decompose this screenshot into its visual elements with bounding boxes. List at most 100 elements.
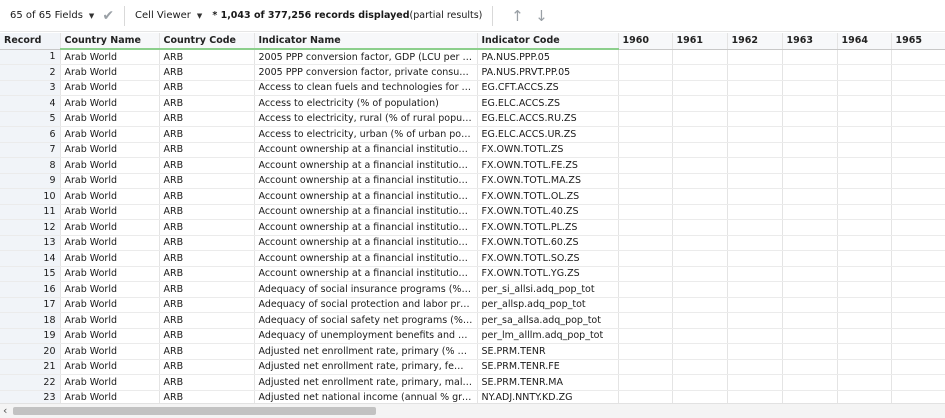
column-header-record[interactable]: Record bbox=[0, 33, 61, 50]
table-cell[interactable] bbox=[837, 328, 892, 344]
table-cell[interactable]: ARB bbox=[159, 343, 255, 360]
table-cell[interactable] bbox=[672, 266, 728, 282]
table-cell[interactable] bbox=[672, 297, 728, 313]
table-cell[interactable] bbox=[837, 359, 892, 375]
table-cell[interactable]: Arab World bbox=[60, 219, 160, 236]
table-cell[interactable]: per_lm_alllm.adq_pop_tot bbox=[477, 328, 619, 344]
table-cell[interactable]: Arab World bbox=[60, 390, 160, 403]
table-cell[interactable] bbox=[727, 111, 783, 127]
table-cell[interactable] bbox=[837, 297, 892, 313]
table-cell[interactable] bbox=[891, 297, 945, 313]
table-cell[interactable] bbox=[782, 374, 838, 391]
table-cell[interactable]: 2005 PPP conversion factor, GDP (LCU per… bbox=[254, 49, 478, 65]
table-cell[interactable]: per_sa_allsa.adq_pop_tot bbox=[477, 312, 619, 329]
table-row[interactable]: 17 Arab World ARB Adequacy of social protec… bbox=[0, 297, 945, 313]
table-cell[interactable]: Arab World bbox=[60, 343, 160, 360]
table-cell[interactable] bbox=[618, 188, 673, 205]
table-cell[interactable] bbox=[837, 126, 892, 143]
table-cell[interactable] bbox=[618, 297, 673, 313]
table-cell[interactable] bbox=[618, 312, 673, 329]
table-cell[interactable] bbox=[618, 266, 673, 282]
table-cell[interactable] bbox=[782, 157, 838, 174]
table-cell[interactable] bbox=[837, 173, 892, 189]
table-cell[interactable] bbox=[837, 80, 892, 96]
table-row[interactable]: 13 Arab World ARB Account ownership at a fi… bbox=[0, 235, 945, 251]
table-cell[interactable] bbox=[727, 219, 783, 236]
table-cell[interactable]: Account ownership at a financial institu… bbox=[254, 266, 478, 282]
table-cell[interactable]: FX.OWN.TOTL.40.ZS bbox=[477, 204, 619, 220]
table-row[interactable]: 9 Arab World ARB Account ownership at a fin… bbox=[0, 173, 945, 189]
table-cell[interactable] bbox=[727, 49, 783, 65]
column-header[interactable]: 1965 bbox=[891, 33, 945, 50]
table-row[interactable]: 2 Arab World ARB 2005 PPP conversion factor… bbox=[0, 64, 945, 81]
table-row[interactable]: 3 Arab World ARB Access to clean fuels and … bbox=[0, 80, 945, 96]
scrollbar-thumb[interactable] bbox=[13, 407, 376, 415]
table-cell[interactable] bbox=[782, 235, 838, 251]
table-cell[interactable] bbox=[672, 204, 728, 220]
table-cell[interactable] bbox=[891, 219, 945, 236]
table-cell[interactable] bbox=[891, 281, 945, 298]
table-cell[interactable] bbox=[672, 250, 728, 267]
column-header[interactable]: 1963 bbox=[782, 33, 838, 50]
table-cell[interactable] bbox=[727, 390, 783, 403]
chevron-left-icon[interactable]: ‹ bbox=[3, 404, 7, 418]
table-cell[interactable]: FX.OWN.TOTL.MA.ZS bbox=[477, 173, 619, 189]
table-row[interactable]: 8 Arab World ARB Account ownership at a fin… bbox=[0, 157, 945, 174]
table-cell[interactable] bbox=[672, 343, 728, 360]
table-cell[interactable] bbox=[891, 235, 945, 251]
table-cell[interactable] bbox=[672, 390, 728, 403]
table-row[interactable]: 10 Arab World ARB Account ownership at a fi… bbox=[0, 188, 945, 205]
table-cell[interactable] bbox=[782, 64, 838, 81]
table-cell[interactable]: Account ownership at a financial institu… bbox=[254, 250, 478, 267]
table-cell[interactable]: SE.PRM.TENR.MA bbox=[477, 374, 619, 391]
table-cell[interactable] bbox=[891, 95, 945, 112]
table-cell[interactable]: FX.OWN.TOTL.YG.ZS bbox=[477, 266, 619, 282]
table-cell[interactable] bbox=[891, 328, 945, 344]
table-cell[interactable] bbox=[837, 95, 892, 112]
table-cell[interactable] bbox=[618, 343, 673, 360]
table-cell[interactable] bbox=[618, 374, 673, 391]
table-cell[interactable]: ARB bbox=[159, 188, 255, 205]
table-cell[interactable] bbox=[672, 328, 728, 344]
table-cell[interactable] bbox=[727, 157, 783, 174]
table-cell[interactable]: Arab World bbox=[60, 80, 160, 96]
table-cell[interactable] bbox=[891, 359, 945, 375]
table-cell[interactable]: ARB bbox=[159, 64, 255, 81]
table-cell[interactable] bbox=[618, 235, 673, 251]
fields-selector[interactable]: 65 of 65 Fields ▼ bbox=[10, 6, 94, 26]
table-cell[interactable] bbox=[837, 142, 892, 158]
table-cell[interactable] bbox=[672, 173, 728, 189]
table-cell[interactable]: Access to electricity, rural (% of rural… bbox=[254, 111, 478, 127]
table-cell[interactable] bbox=[618, 126, 673, 143]
table-cell[interactable]: Arab World bbox=[60, 312, 160, 329]
table-row[interactable]: 4 Arab World ARB Access to electricity (% o… bbox=[0, 95, 945, 112]
table-row[interactable]: 16 Arab World ARB Adequacy of social insura… bbox=[0, 281, 945, 298]
table-cell[interactable]: Access to electricity (% of population) bbox=[254, 95, 478, 112]
arrow-down-icon[interactable]: ↓ bbox=[531, 7, 551, 25]
table-cell[interactable] bbox=[672, 49, 728, 65]
table-cell[interactable] bbox=[782, 204, 838, 220]
table-cell[interactable]: ARB bbox=[159, 173, 255, 189]
table-cell[interactable] bbox=[837, 204, 892, 220]
table-cell[interactable]: SE.PRM.TENR.FE bbox=[477, 359, 619, 375]
table-cell[interactable]: EG.ELC.ACCS.ZS bbox=[477, 95, 619, 112]
table-cell[interactable]: FX.OWN.TOTL.OL.ZS bbox=[477, 188, 619, 205]
table-cell[interactable]: Arab World bbox=[60, 111, 160, 127]
table-cell[interactable] bbox=[672, 80, 728, 96]
table-cell[interactable] bbox=[837, 312, 892, 329]
table-cell[interactable] bbox=[727, 281, 783, 298]
table-cell[interactable]: Arab World bbox=[60, 250, 160, 267]
table-cell[interactable] bbox=[891, 49, 945, 65]
table-cell[interactable] bbox=[727, 297, 783, 313]
table-cell[interactable]: ARB bbox=[159, 390, 255, 403]
table-cell[interactable]: per_si_allsi.adq_pop_tot bbox=[477, 281, 619, 298]
table-cell[interactable] bbox=[618, 111, 673, 127]
table-cell[interactable] bbox=[672, 142, 728, 158]
table-cell[interactable]: Account ownership at a financial institu… bbox=[254, 142, 478, 158]
table-cell[interactable]: ARB bbox=[159, 250, 255, 267]
table-cell[interactable]: EG.ELC.ACCS.RU.ZS bbox=[477, 111, 619, 127]
table-cell[interactable] bbox=[891, 188, 945, 205]
table-cell[interactable] bbox=[727, 173, 783, 189]
table-cell[interactable] bbox=[672, 157, 728, 174]
table-cell[interactable]: ARB bbox=[159, 281, 255, 298]
